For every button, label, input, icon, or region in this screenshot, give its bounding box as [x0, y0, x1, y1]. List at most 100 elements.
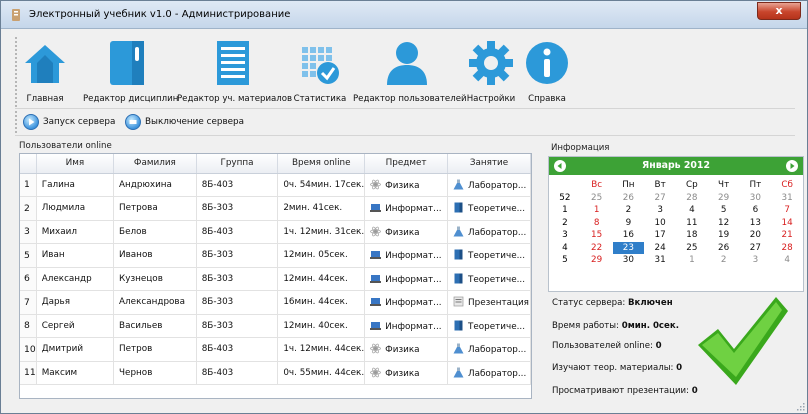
row-index[interactable]: 10: [20, 337, 37, 362]
calendar-day[interactable]: 27: [740, 242, 772, 255]
calendar-day[interactable]: 24: [644, 242, 676, 255]
column-header-name[interactable]: Имя: [36, 154, 115, 174]
table-row[interactable]: 2 Людмила Петрова 8Б-303 2мин. 41сек. Информа…: [20, 196, 531, 221]
table-row[interactable]: 7 Дарья Александрова 8Б-303 16мин. 44сек. Инф…: [20, 290, 531, 315]
cell-surname[interactable]: Петров: [113, 337, 197, 362]
cell-group[interactable]: 8Б-303: [196, 196, 279, 221]
table-row[interactable]: 11 Максим Чернов 8Б-403 0ч. 55мин. 44сек. Физ…: [20, 361, 531, 385]
row-index[interactable]: 1: [20, 173, 37, 197]
cell-name[interactable]: Людмила: [36, 196, 115, 221]
cell-lesson[interactable]: Лаборатор...: [447, 173, 531, 197]
calendar-day[interactable]: 26: [613, 192, 645, 205]
close-button[interactable]: x: [757, 2, 801, 20]
cell-surname[interactable]: Иванов: [113, 243, 197, 268]
cell-surname[interactable]: Александрова: [113, 290, 197, 315]
cell-group[interactable]: 8Б-303: [196, 314, 279, 338]
table-row[interactable]: 1 Галина Андрюхина 8Б-403 0ч. 54мин. 17сек. Ф…: [20, 173, 531, 197]
cell-time[interactable]: 1ч. 12мин. 31сек.: [277, 220, 366, 244]
cell-name[interactable]: Галина: [36, 173, 115, 197]
calendar-day[interactable]: 29: [708, 192, 740, 205]
column-header-surname[interactable]: Фамилия: [113, 154, 197, 174]
cell-group[interactable]: 8Б-403: [196, 173, 279, 197]
cell-time[interactable]: 12мин. 44сек.: [277, 267, 366, 291]
table-row[interactable]: 6 Александр Кузнецов 8Б-303 12мин. 44сек. Инф…: [20, 267, 531, 291]
calendar-day[interactable]: 28: [771, 242, 803, 255]
cell-subject[interactable]: Информат...: [364, 290, 448, 315]
calendar-day[interactable]: 17: [644, 229, 676, 242]
calendar-day[interactable]: 30: [613, 254, 645, 267]
row-index[interactable]: 6: [20, 267, 37, 291]
cell-group[interactable]: 8Б-403: [196, 337, 279, 362]
start-server-button[interactable]: Запуск сервера: [23, 113, 115, 131]
calendar-day[interactable]: 25: [676, 242, 708, 255]
cell-lesson[interactable]: Лаборатор...: [447, 361, 531, 385]
row-index[interactable]: 3: [20, 220, 37, 244]
calendar-day[interactable]: 23: [612, 241, 645, 254]
cell-time[interactable]: 12мин. 05сек.: [277, 243, 366, 268]
calendar-day[interactable]: 3: [644, 204, 676, 217]
next-month-icon[interactable]: [786, 160, 798, 172]
cell-subject[interactable]: Физика: [364, 220, 448, 244]
toolbar-statistics[interactable]: Статистика: [293, 37, 347, 107]
column-header-subject[interactable]: Предмет: [364, 154, 448, 174]
cell-subject[interactable]: Информат...: [364, 314, 448, 338]
cell-subject[interactable]: Физика: [364, 337, 448, 362]
calendar-day[interactable]: 13: [740, 217, 772, 230]
row-index[interactable]: 7: [20, 290, 37, 315]
toolbar-settings[interactable]: Настройки: [463, 37, 519, 107]
calendar-day[interactable]: 7: [771, 204, 803, 217]
cell-lesson[interactable]: Теоретиче...: [447, 267, 531, 291]
cell-group[interactable]: 8Б-303: [196, 243, 279, 268]
calendar-day[interactable]: 12: [708, 217, 740, 230]
cell-group[interactable]: 8Б-303: [196, 267, 279, 291]
cell-lesson[interactable]: Теоретиче...: [447, 196, 531, 221]
calendar-day[interactable]: 1: [581, 204, 613, 217]
toolbar-materials[interactable]: Редактор уч. материалов: [177, 37, 292, 107]
cell-group[interactable]: 8Б-303: [196, 290, 279, 315]
calendar-day[interactable]: 10: [644, 217, 676, 230]
cell-subject[interactable]: Информат...: [364, 243, 448, 268]
calendar-day[interactable]: 2: [613, 204, 645, 217]
resize-grip-icon[interactable]: [795, 401, 805, 411]
cell-surname[interactable]: Кузнецов: [113, 267, 197, 291]
calendar-day[interactable]: 31: [771, 192, 803, 205]
title-bar[interactable]: Электронный учебник v1.0 - Администриров…: [1, 1, 807, 29]
cell-name[interactable]: Сергей: [36, 314, 115, 338]
calendar-day[interactable]: 4: [676, 204, 708, 217]
cell-surname[interactable]: Белов: [113, 220, 197, 244]
toolbar-disciplines[interactable]: Редактор дисциплин: [83, 37, 178, 107]
cell-name[interactable]: Дарья: [36, 290, 115, 315]
cell-name[interactable]: Александр: [36, 267, 115, 291]
stop-server-button[interactable]: Выключение сервера: [125, 113, 244, 131]
calendar-day[interactable]: 31: [644, 254, 676, 267]
cell-subject[interactable]: Информат...: [364, 267, 448, 291]
cell-time[interactable]: 1ч. 12мин. 44сек.: [277, 337, 366, 362]
cell-name[interactable]: Иван: [36, 243, 115, 268]
cell-time[interactable]: 12мин. 40сек.: [277, 314, 366, 338]
calendar-month-label[interactable]: Январь 2012: [549, 160, 803, 171]
calendar-day[interactable]: 30: [740, 192, 772, 205]
row-index[interactable]: 8: [20, 314, 37, 338]
calendar-day[interactable]: 18: [676, 229, 708, 242]
table-row[interactable]: 5 Иван Иванов 8Б-303 12мин. 05сек. Информат..…: [20, 243, 531, 268]
cell-name[interactable]: Дмитрий: [36, 337, 115, 362]
cell-surname[interactable]: Васильев: [113, 314, 197, 338]
cell-lesson[interactable]: Лаборатор...: [447, 337, 531, 362]
calendar-day[interactable]: 5: [708, 204, 740, 217]
column-header-time[interactable]: Время online: [277, 154, 366, 174]
cell-surname[interactable]: Андрюхина: [113, 173, 197, 197]
calendar-day[interactable]: 29: [581, 254, 613, 267]
calendar-day[interactable]: 26: [708, 242, 740, 255]
cell-time[interactable]: 16мин. 44сек.: [277, 290, 366, 315]
cell-lesson[interactable]: Теоретиче...: [447, 243, 531, 268]
column-header-index[interactable]: [20, 154, 37, 174]
calendar-day[interactable]: 6: [740, 204, 772, 217]
cell-lesson[interactable]: Презентация: [447, 290, 531, 315]
calendar-day[interactable]: 1: [676, 254, 708, 267]
calendar-day[interactable]: 14: [771, 217, 803, 230]
calendar-day[interactable]: 22: [581, 242, 613, 255]
cell-lesson[interactable]: Теоретиче...: [447, 314, 531, 338]
calendar-day[interactable]: 9: [613, 217, 645, 230]
calendar[interactable]: Январь 2012 Вс Пн Вт Ср Чт Пт Сб 52 25 26 27 28 29 30…: [548, 156, 804, 292]
cell-surname[interactable]: Петрова: [113, 196, 197, 221]
